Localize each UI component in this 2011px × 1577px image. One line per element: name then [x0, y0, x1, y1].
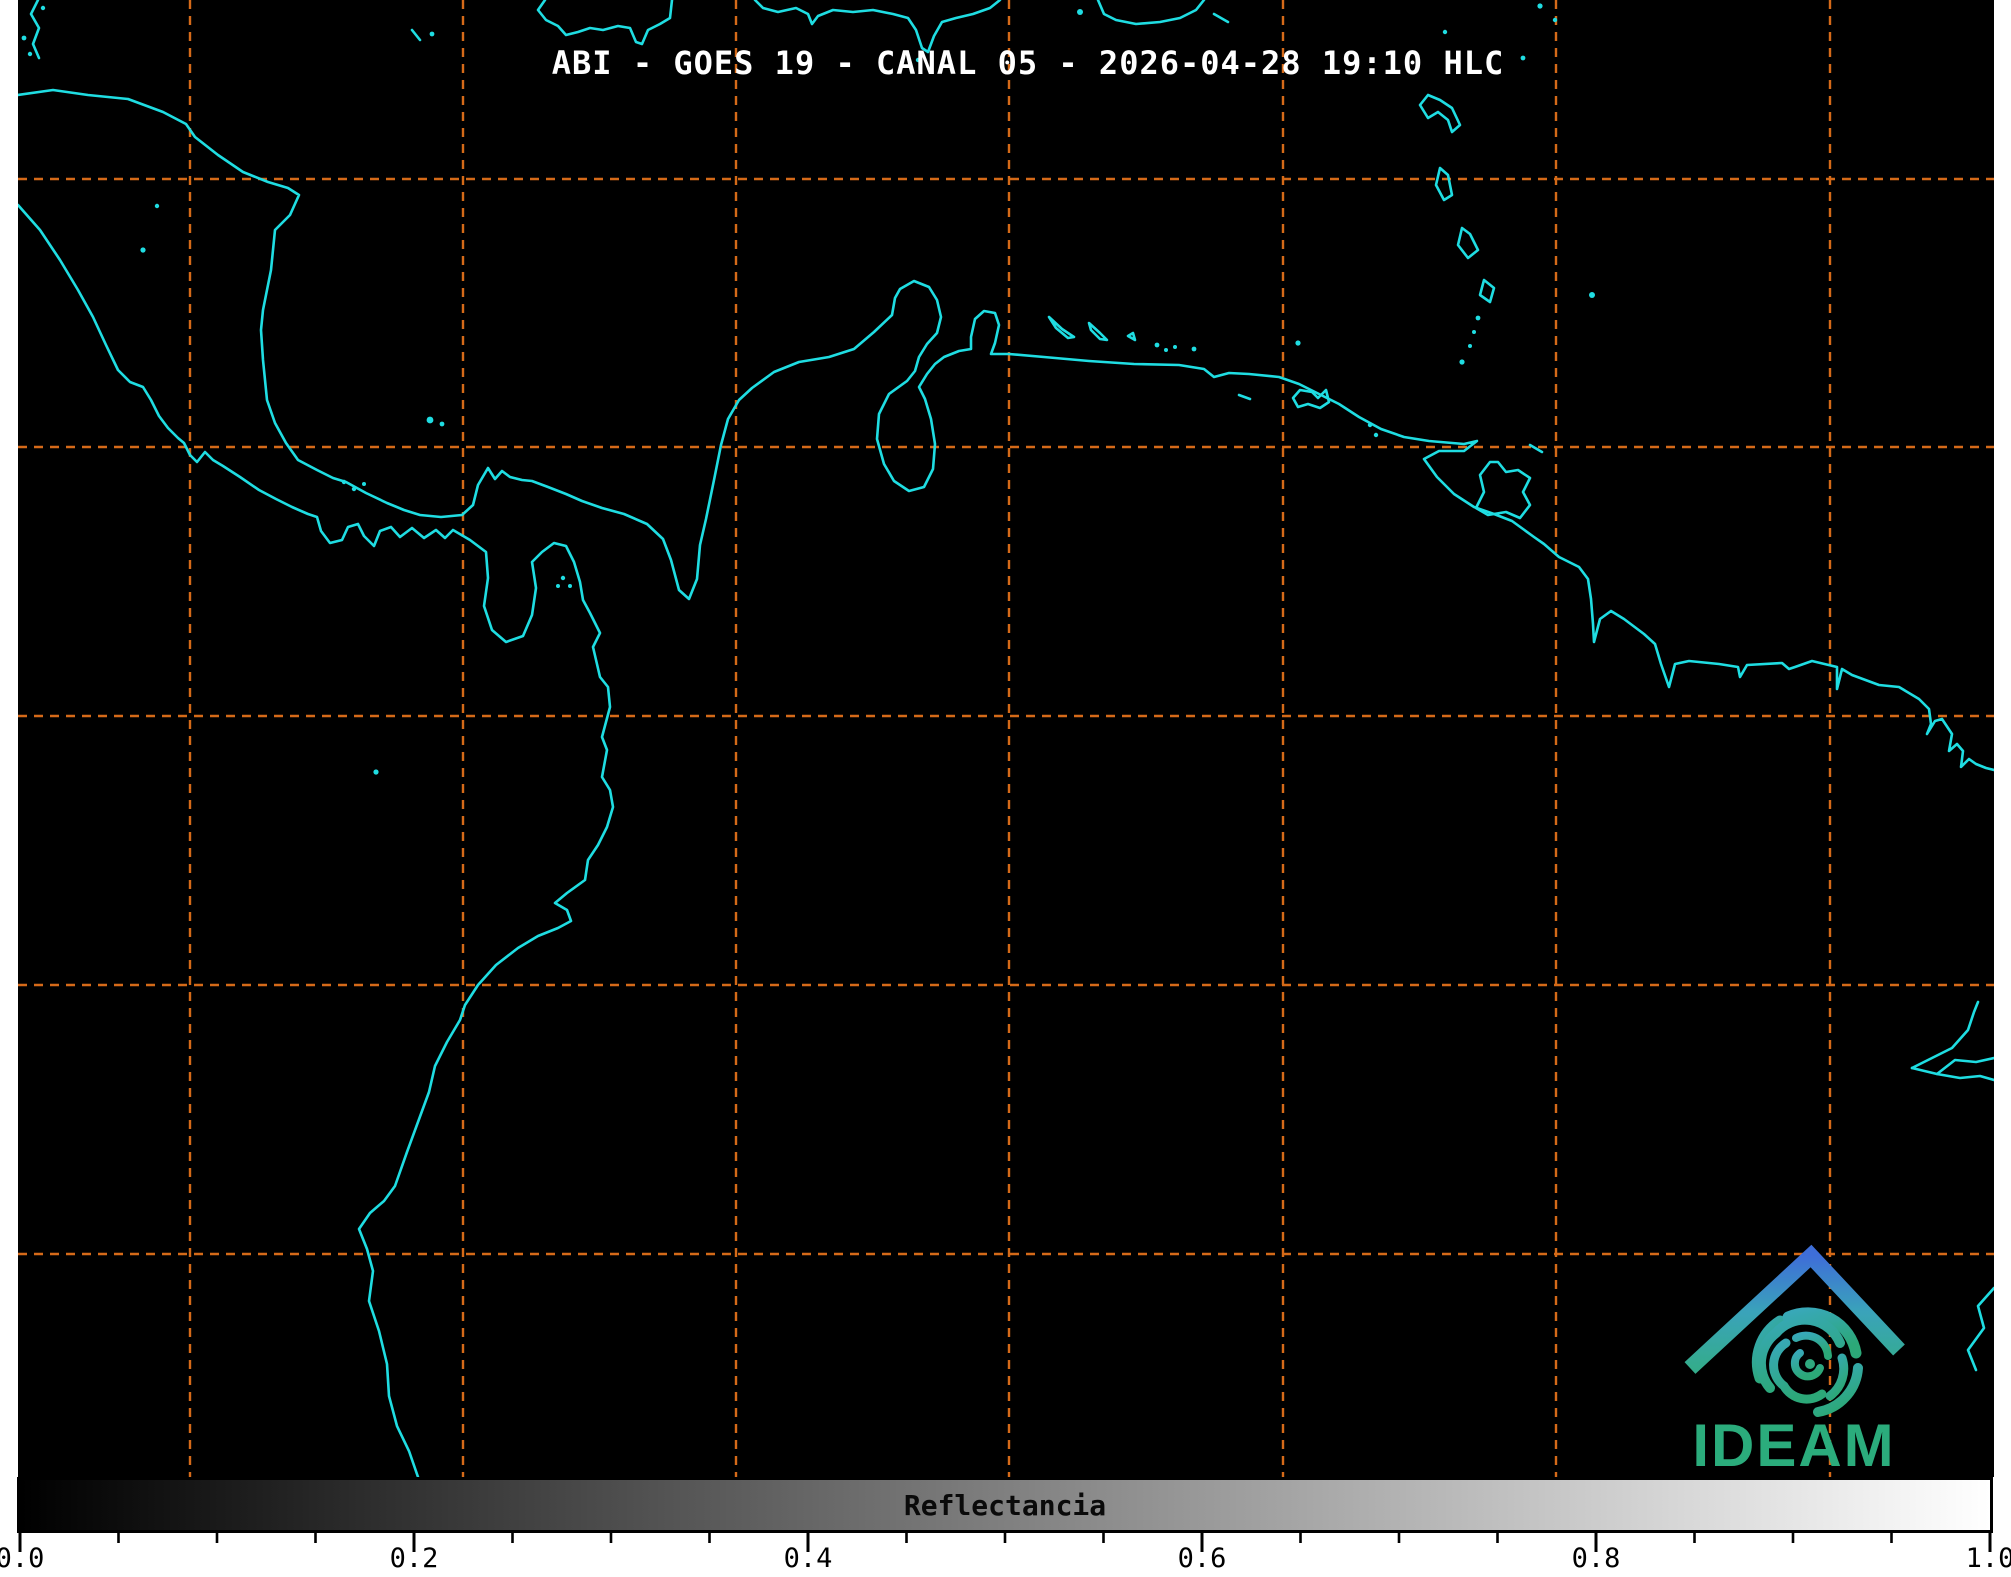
colorbar-label: Reflectancia: [904, 1489, 1106, 1522]
colorbar-tick-label-0: 0.0: [0, 1543, 44, 1574]
colorbar-tick-label-3: 0.6: [1178, 1543, 1227, 1574]
colorbar-tick-marks: [17, 1533, 1993, 1559]
coast-vieques: [1214, 14, 1228, 22]
river-mouth-fork: [1912, 1002, 1978, 1068]
satellite-map: ABI - GOES 19 - CANAL 05 - 2026-04-28 19…: [18, 0, 1994, 1477]
river-right-edge: [1968, 1288, 1994, 1370]
figure-canvas: { "header": { "title": "ABI - GOES 19 - …: [0, 0, 2011, 1577]
coast-jamaica: [538, 0, 672, 44]
coast-pacific-mainland: [18, 205, 613, 1477]
small-islands: [22, 3, 1595, 774]
logo-text: IDEAM: [1692, 1412, 1895, 1477]
colorbar-tick-label-5: 1.0: [1966, 1543, 2011, 1574]
colorbar-tick-label-4: 0.8: [1572, 1543, 1621, 1574]
island-st-lucia: [1480, 280, 1494, 302]
island-margarita: [1293, 390, 1329, 408]
ideam-logo: IDEAM: [1670, 1238, 1920, 1477]
colorbar-tick-label-2: 0.4: [784, 1543, 833, 1574]
coast-fragment-cay: [412, 30, 420, 40]
island-dominica: [1436, 168, 1452, 200]
map-title: ABI - GOES 19 - CANAL 05 - 2026-04-28 19…: [552, 44, 1504, 82]
coast-puerto-rico: [1098, 0, 1204, 24]
colorbar-tick-label-1: 0.2: [390, 1543, 439, 1574]
coast-caribbean-mainland: [18, 90, 1994, 770]
island-la-tortuga: [1239, 395, 1250, 399]
island-curacao: [1089, 323, 1107, 340]
island-bonaire: [1128, 333, 1135, 340]
coast-fragment-topleft: [31, 0, 39, 58]
island-aruba: [1049, 317, 1074, 338]
island-guadeloupe: [1420, 95, 1460, 132]
logo-swirl-core: [1805, 1359, 1815, 1369]
island-martinique: [1458, 228, 1478, 258]
river-mouth-fork-branch: [1937, 1074, 1994, 1080]
